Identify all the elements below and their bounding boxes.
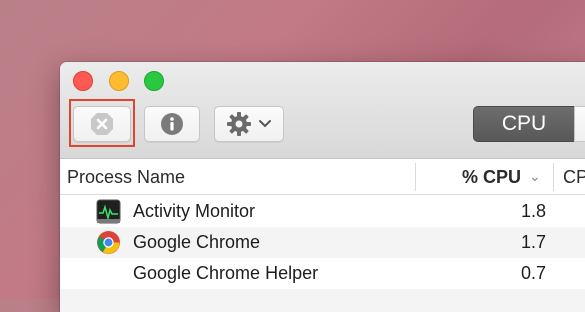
sort-chevron-down-icon: ⌄ [529,168,541,184]
toolbar: CPU [60,62,585,159]
zoom-window-button[interactable] [144,71,164,91]
table-row[interactable] [60,289,585,312]
chrome-icon [97,231,120,254]
stop-process-button[interactable] [73,106,131,142]
action-menu-button[interactable] [214,106,284,142]
table-row[interactable]: Google Chrome Helper 0.7 [60,258,585,289]
stop-x-icon [91,113,113,135]
process-name: Google Chrome Helper [133,263,319,283]
process-name: Activity Monitor [133,201,256,221]
cpu-value: 1.7 [520,232,546,252]
tab-cpu[interactable]: CPU [473,106,575,142]
column-divider [415,163,416,191]
inspect-process-button[interactable] [144,106,200,142]
table-row[interactable]: Google Chrome 1.7 [60,227,585,258]
activity-monitor-window: CPU Process Name % CPU ⌄ CP Activity Mon… [60,62,585,312]
gear-icon [227,112,251,136]
chevron-down-icon [259,120,271,128]
column-divider [553,163,554,191]
activity-monitor-icon [96,199,121,224]
column-cpu-time[interactable]: CP [563,167,585,188]
table-row[interactable]: Activity Monitor 1.8 [60,196,585,227]
table-header: Process Name % CPU ⌄ CP [60,159,585,195]
process-name: Google Chrome [133,232,261,252]
tab-memory[interactable] [574,106,585,142]
close-window-button[interactable] [73,71,93,91]
minimize-window-button[interactable] [109,71,129,91]
cpu-value: 1.8 [520,201,546,221]
column-cpu-percent[interactable]: % CPU [462,167,521,188]
cpu-value: 0.7 [520,263,546,283]
column-process-name[interactable]: Process Name [67,167,185,188]
info-icon [161,113,183,135]
